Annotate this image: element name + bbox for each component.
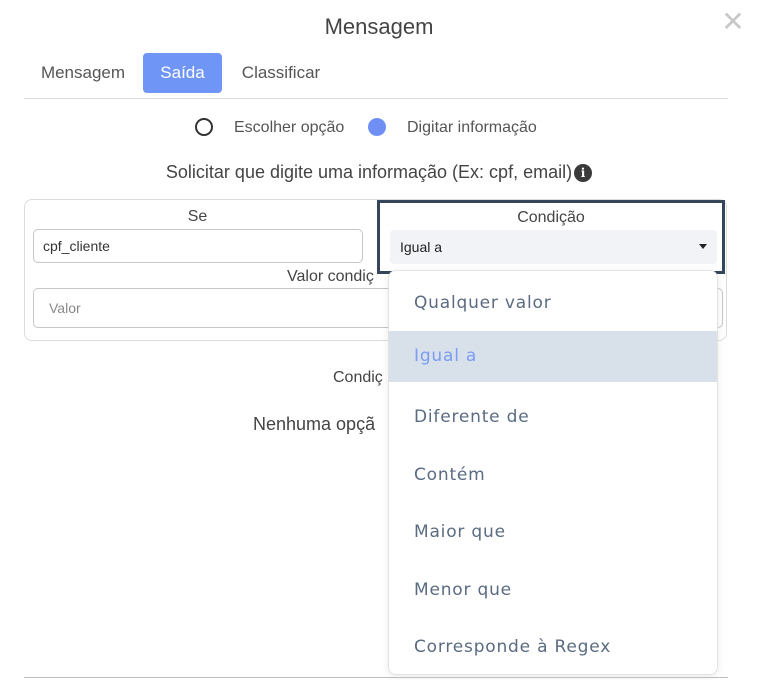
mode-radio-group: Escolher opção Digitar informação	[0, 114, 758, 142]
radio-label-digitar-informacao: Digitar informação	[407, 119, 537, 136]
prompt-text: Solicitar que digite uma informação (Ex:…	[165, 162, 573, 182]
condicao-label: Condição	[517, 209, 585, 226]
option-menor-que[interactable]: Menor que	[389, 565, 717, 616]
tab-bar: Mensagem Saída Classificar	[24, 53, 728, 99]
condicoes-label: Condiç	[333, 369, 383, 386]
se-label: Se	[187, 208, 208, 225]
modal-title: Mensagem	[324, 14, 434, 39]
condicao-dropdown-menu: Qualquer valor Igual a Diferente de Cont…	[388, 270, 718, 675]
condicao-select[interactable]: Igual a	[390, 230, 717, 264]
option-corresponde-regex[interactable]: Corresponde à Regex	[389, 622, 717, 673]
option-diferente-de[interactable]: Diferente de	[389, 392, 717, 443]
se-input[interactable]: cpf_cliente	[33, 229, 363, 263]
option-igual-a[interactable]: Igual a	[389, 331, 717, 382]
empty-options-text: Nenhuma opçã	[253, 414, 376, 434]
divider	[24, 677, 728, 678]
option-maior-que[interactable]: Maior que	[389, 507, 717, 558]
radio-escolher-opcao[interactable]	[195, 118, 213, 136]
option-contem[interactable]: Contém	[389, 450, 717, 501]
tab-classificar[interactable]: Classificar	[231, 53, 331, 93]
radio-digitar-informacao[interactable]	[368, 118, 386, 136]
info-icon[interactable]: i	[574, 164, 593, 182]
valor-condicao-label: Valor condiç	[287, 268, 374, 285]
condicao-field: Condição Igual a	[377, 200, 725, 274]
prompt-heading: Solicitar que digite uma informação (Ex:…	[0, 162, 758, 183]
tab-mensagem[interactable]: Mensagem	[28, 53, 138, 93]
tab-saida[interactable]: Saída	[143, 53, 222, 93]
caret-down-icon	[699, 244, 707, 249]
condicao-selected-value: Igual a	[400, 239, 443, 255]
message-modal: Mensagem ✕ Mensagem Saída Classificar Es…	[0, 0, 758, 680]
close-icon[interactable]: ✕	[721, 8, 745, 36]
option-qualquer-valor[interactable]: Qualquer valor	[389, 278, 717, 329]
radio-label-escolher-opcao: Escolher opção	[234, 119, 345, 136]
